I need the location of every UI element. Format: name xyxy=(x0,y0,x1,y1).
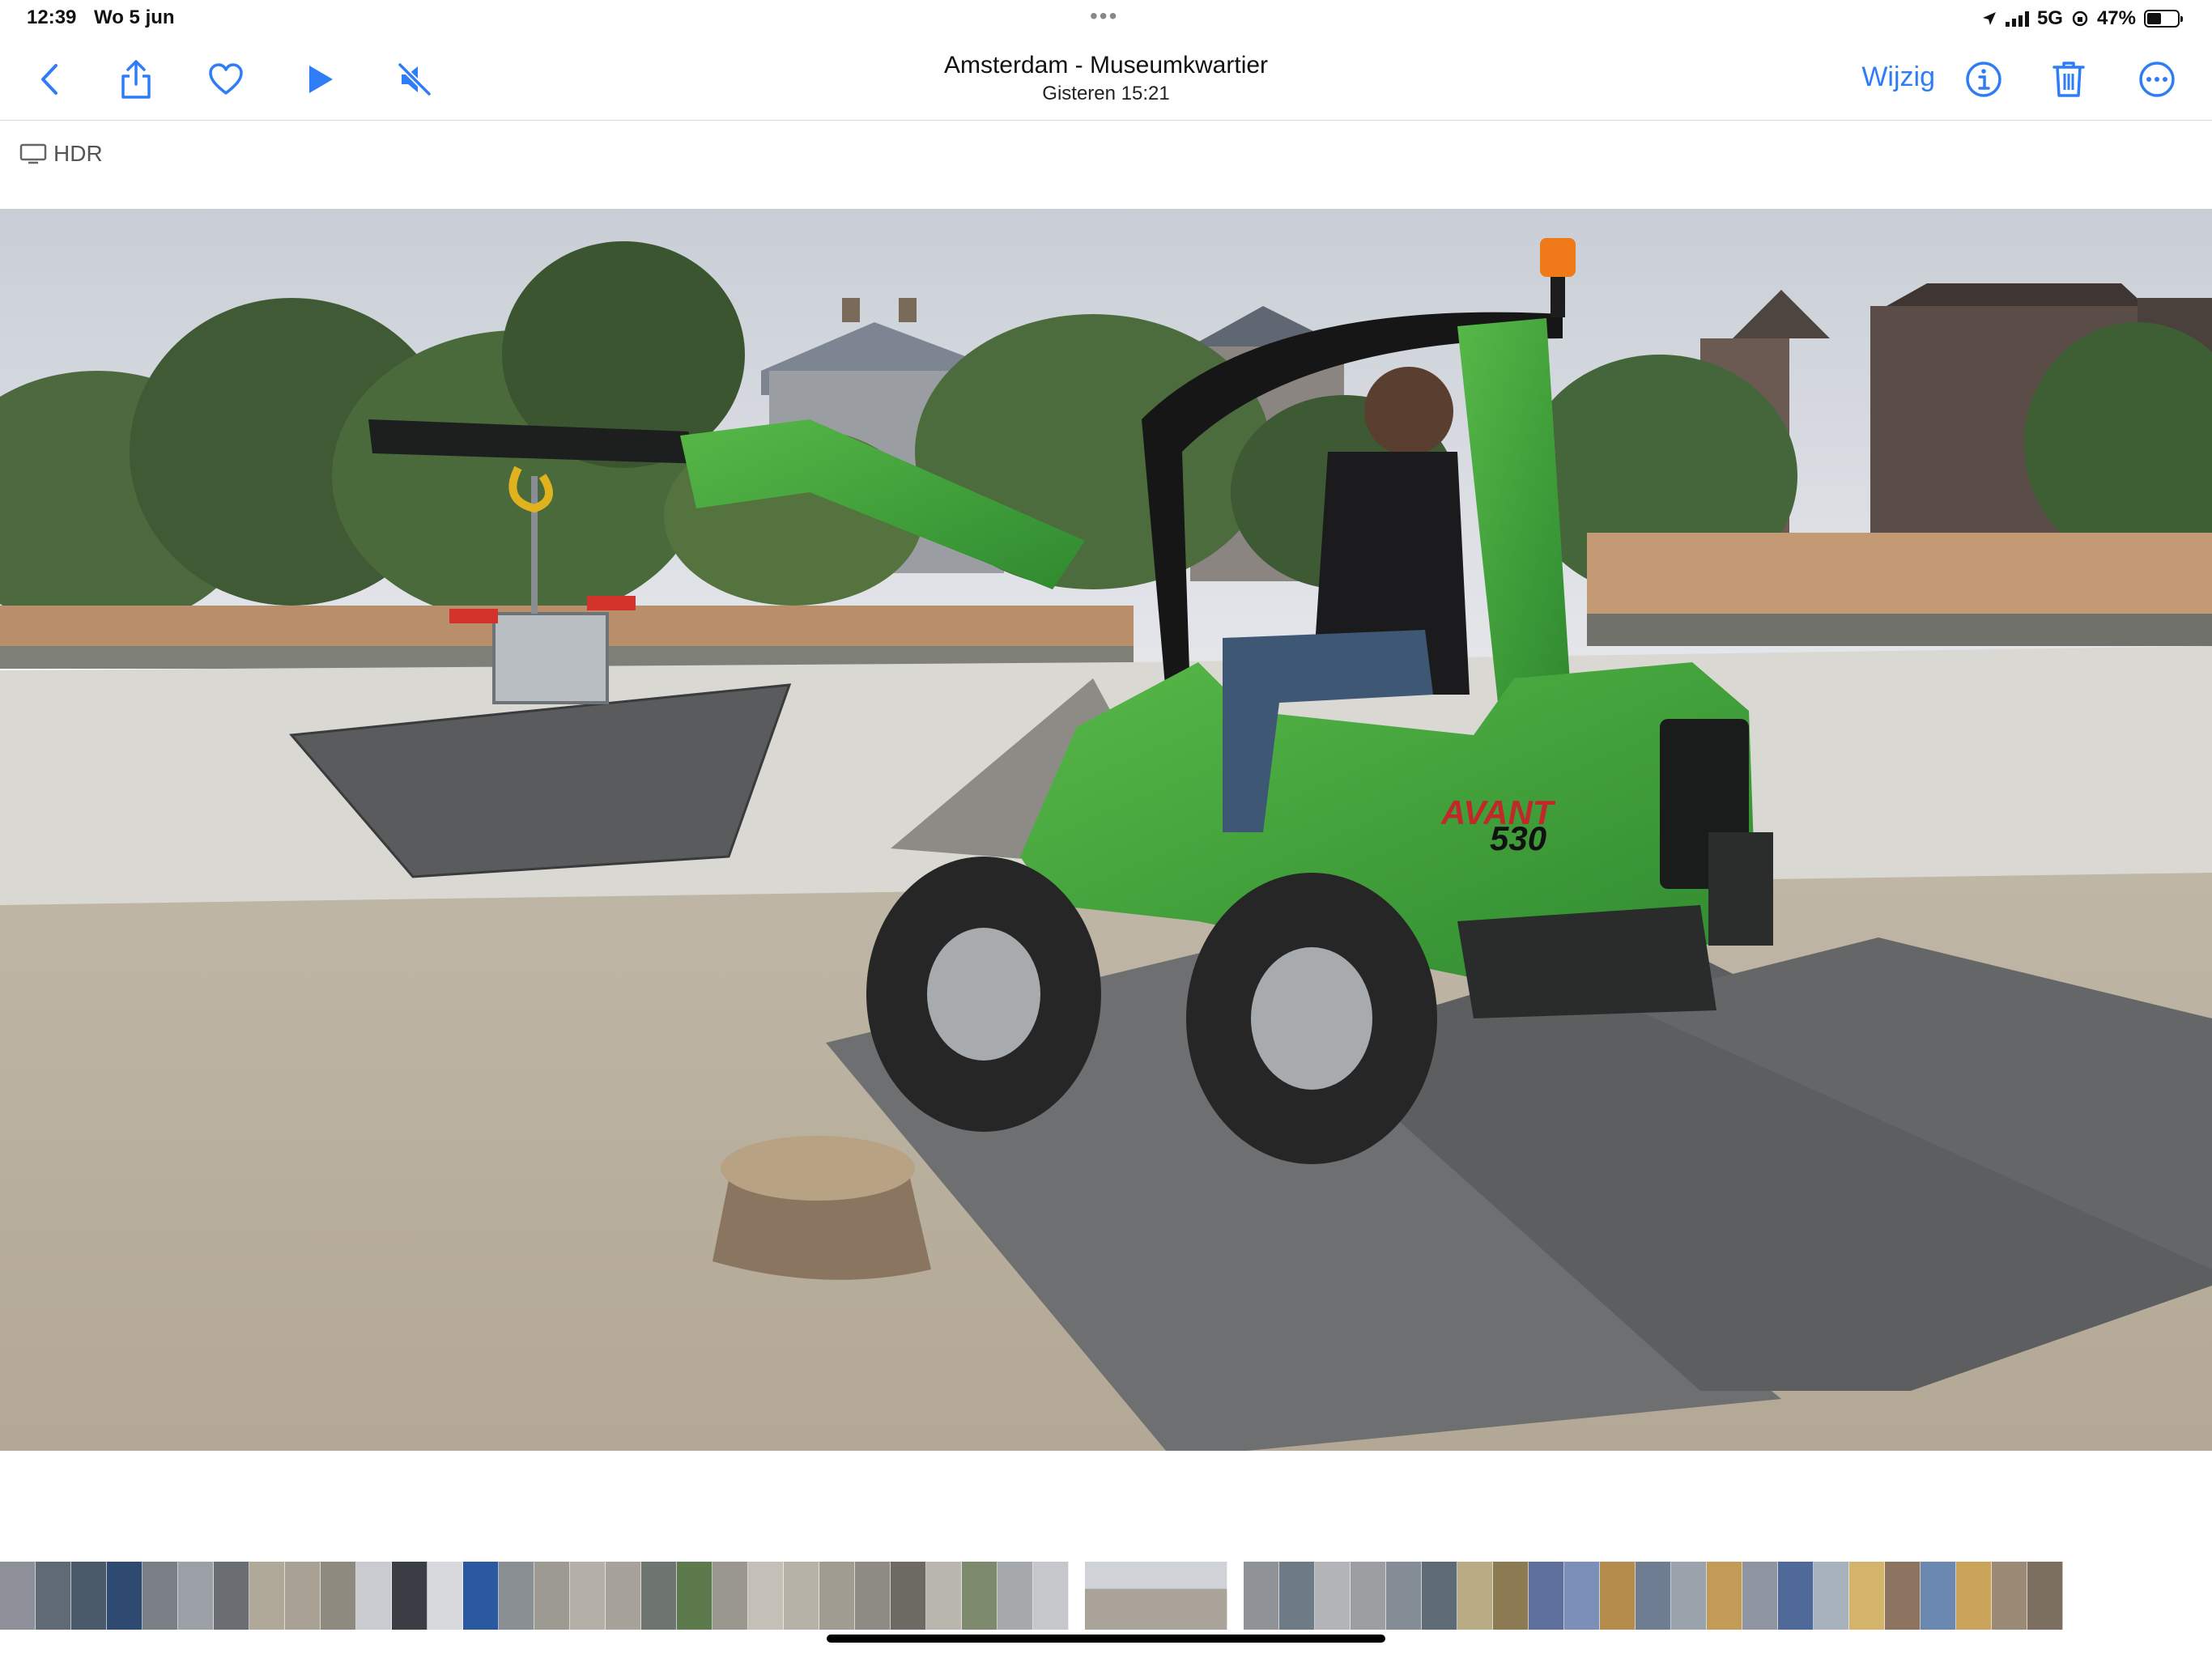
thumbnail[interactable] xyxy=(463,1562,499,1630)
home-indicator[interactable] xyxy=(827,1635,1385,1643)
thumbnail[interactable] xyxy=(249,1562,285,1630)
thumbnail[interactable] xyxy=(1315,1562,1351,1630)
status-bar: 12:39 Wo 5 jun ••• 5G 47% xyxy=(0,0,2212,37)
hdr-label: HDR xyxy=(53,141,103,166)
thumbnail[interactable] xyxy=(1564,1562,1600,1630)
thumbnail[interactable] xyxy=(1244,1562,1279,1630)
edit-button[interactable]: Wijzig xyxy=(1861,62,1935,93)
thumbnail[interactable] xyxy=(1493,1562,1529,1630)
thumbnail[interactable] xyxy=(1636,1562,1671,1630)
hdr-badge: HDR xyxy=(19,141,103,167)
photo-nav-bar: Amsterdam - Museumkwartier Gisteren 15:2… xyxy=(0,37,2212,121)
thumbnail[interactable] xyxy=(1457,1562,1493,1630)
thumbnail[interactable] xyxy=(214,1562,249,1630)
thumbnail[interactable] xyxy=(1814,1562,1849,1630)
info-button[interactable] xyxy=(1958,53,2010,105)
thumbnail[interactable] xyxy=(1033,1562,1069,1630)
thumbnail[interactable] xyxy=(1386,1562,1422,1630)
thumbnail[interactable] xyxy=(926,1562,962,1630)
thumbnail[interactable] xyxy=(819,1562,855,1630)
thumbnail[interactable] xyxy=(71,1562,107,1630)
photo-scene: AVANT 530 xyxy=(0,209,2212,1451)
thumbnail[interactable] xyxy=(998,1562,1033,1630)
tree-stump xyxy=(713,1136,931,1280)
wheel-front xyxy=(1186,873,1437,1164)
thumbnail[interactable] xyxy=(570,1562,606,1630)
thumbnail[interactable] xyxy=(1849,1562,1885,1630)
thumbnail[interactable] xyxy=(606,1562,641,1630)
thumbnail[interactable] xyxy=(1422,1562,1457,1630)
thumbnail[interactable] xyxy=(0,1562,36,1630)
thumbnail[interactable] xyxy=(1778,1562,1814,1630)
thumbnail[interactable] xyxy=(356,1562,392,1630)
thumbnail[interactable] xyxy=(1351,1562,1386,1630)
thumbnail[interactable] xyxy=(36,1562,71,1630)
thumbnail[interactable] xyxy=(392,1562,428,1630)
thumbnail-selected[interactable] xyxy=(1085,1562,1227,1630)
thumbnail[interactable] xyxy=(784,1562,819,1630)
thumbnail[interactable] xyxy=(855,1562,891,1630)
thumbnail[interactable] xyxy=(143,1562,178,1630)
thumbnail[interactable] xyxy=(107,1562,143,1630)
thumbnail[interactable] xyxy=(641,1562,677,1630)
thumbnail-strip[interactable] xyxy=(0,1562,2212,1630)
status-indicators: 5G 47% xyxy=(1981,5,2183,32)
status-date: Wo 5 jun xyxy=(94,6,175,28)
thumbnail[interactable] xyxy=(1992,1562,2027,1630)
battery-icon xyxy=(2144,10,2183,28)
battery-percent: 47% xyxy=(2096,7,2136,29)
thumbnail[interactable] xyxy=(962,1562,998,1630)
thumbnail[interactable] xyxy=(1279,1562,1315,1630)
more-icon xyxy=(2139,62,2175,97)
thumbnail[interactable] xyxy=(2027,1562,2063,1630)
delete-button[interactable] xyxy=(2043,53,2095,105)
loader-model-text: 530 xyxy=(1490,819,1546,857)
thumbnail[interactable] xyxy=(677,1562,713,1630)
thumbnail[interactable] xyxy=(428,1562,463,1630)
thumbnail[interactable] xyxy=(1529,1562,1564,1630)
thumbnail[interactable] xyxy=(1956,1562,1992,1630)
screen-rotation-lock-icon xyxy=(2072,11,2088,27)
thumbnail[interactable] xyxy=(285,1562,321,1630)
more-button[interactable] xyxy=(2131,53,2183,105)
thumbnail[interactable] xyxy=(321,1562,356,1630)
thumbnail[interactable] xyxy=(178,1562,214,1630)
trash-icon xyxy=(2052,62,2085,97)
wheel-rear xyxy=(866,857,1101,1132)
thumbnail[interactable] xyxy=(1600,1562,1636,1630)
thumbnail[interactable] xyxy=(1742,1562,1778,1630)
signal-strength-icon xyxy=(2005,11,2029,27)
thumbnail[interactable] xyxy=(713,1562,748,1630)
thumbnail[interactable] xyxy=(534,1562,570,1630)
thumbnail[interactable] xyxy=(1671,1562,1707,1630)
thumbnail[interactable] xyxy=(1707,1562,1742,1630)
status-time: 12:39 xyxy=(27,6,77,28)
info-icon xyxy=(1966,62,2001,97)
multitasking-dots-icon[interactable]: ••• xyxy=(1090,5,1118,28)
network-type: 5G xyxy=(2036,7,2063,29)
main-photo[interactable]: AVANT 530 xyxy=(0,209,2212,1451)
thumbnail[interactable] xyxy=(1921,1562,1956,1630)
thumbnail[interactable] xyxy=(499,1562,534,1630)
thumbnail[interactable] xyxy=(891,1562,926,1630)
thumbnail[interactable] xyxy=(1885,1562,1921,1630)
display-icon xyxy=(19,143,47,164)
location-arrow-icon xyxy=(1982,12,1996,25)
thumbnail[interactable] xyxy=(748,1562,784,1630)
